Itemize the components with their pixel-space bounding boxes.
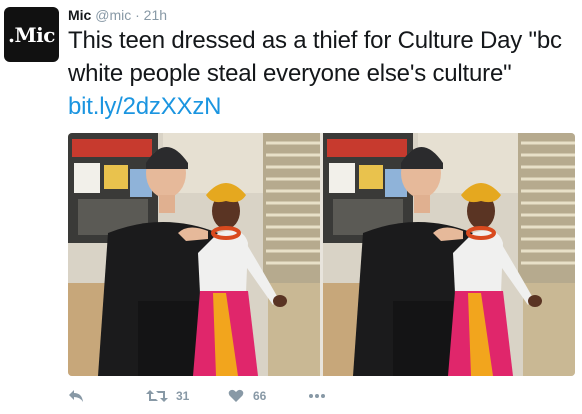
tweet-header: Mic @mic · 21h (68, 6, 167, 24)
heart-icon (228, 389, 244, 402)
photo-left[interactable] (68, 133, 320, 376)
tweet-text: This teen dressed as a thief for Culture… (68, 24, 573, 123)
avatar-logo-text: .Mic (8, 22, 55, 47)
tweet-link[interactable]: bit.ly/2dzXXzN (68, 93, 221, 120)
author-name[interactable]: Mic (68, 7, 91, 23)
more-icon (309, 394, 325, 398)
tweet-actions: 31 66 (68, 385, 326, 407)
reply-button[interactable] (68, 389, 146, 403)
photo-right[interactable] (323, 133, 575, 376)
timestamp[interactable]: 21h (144, 7, 167, 23)
photo-illustration (68, 133, 320, 376)
avatar[interactable]: .Mic (4, 7, 59, 62)
retweet-count: 31 (176, 389, 190, 403)
like-button[interactable]: 66 (228, 389, 308, 403)
separator: · (131, 7, 144, 23)
reply-icon (69, 390, 83, 402)
like-count: 66 (253, 389, 267, 403)
tweet-media[interactable] (68, 133, 575, 376)
tweet-body: This teen dressed as a thief for Culture… (68, 27, 562, 87)
retweet-button[interactable]: 31 (146, 389, 228, 403)
more-button[interactable] (308, 393, 326, 399)
retweet-icon (146, 390, 168, 402)
author-handle[interactable]: @mic (95, 7, 131, 23)
photo-illustration (323, 133, 575, 376)
